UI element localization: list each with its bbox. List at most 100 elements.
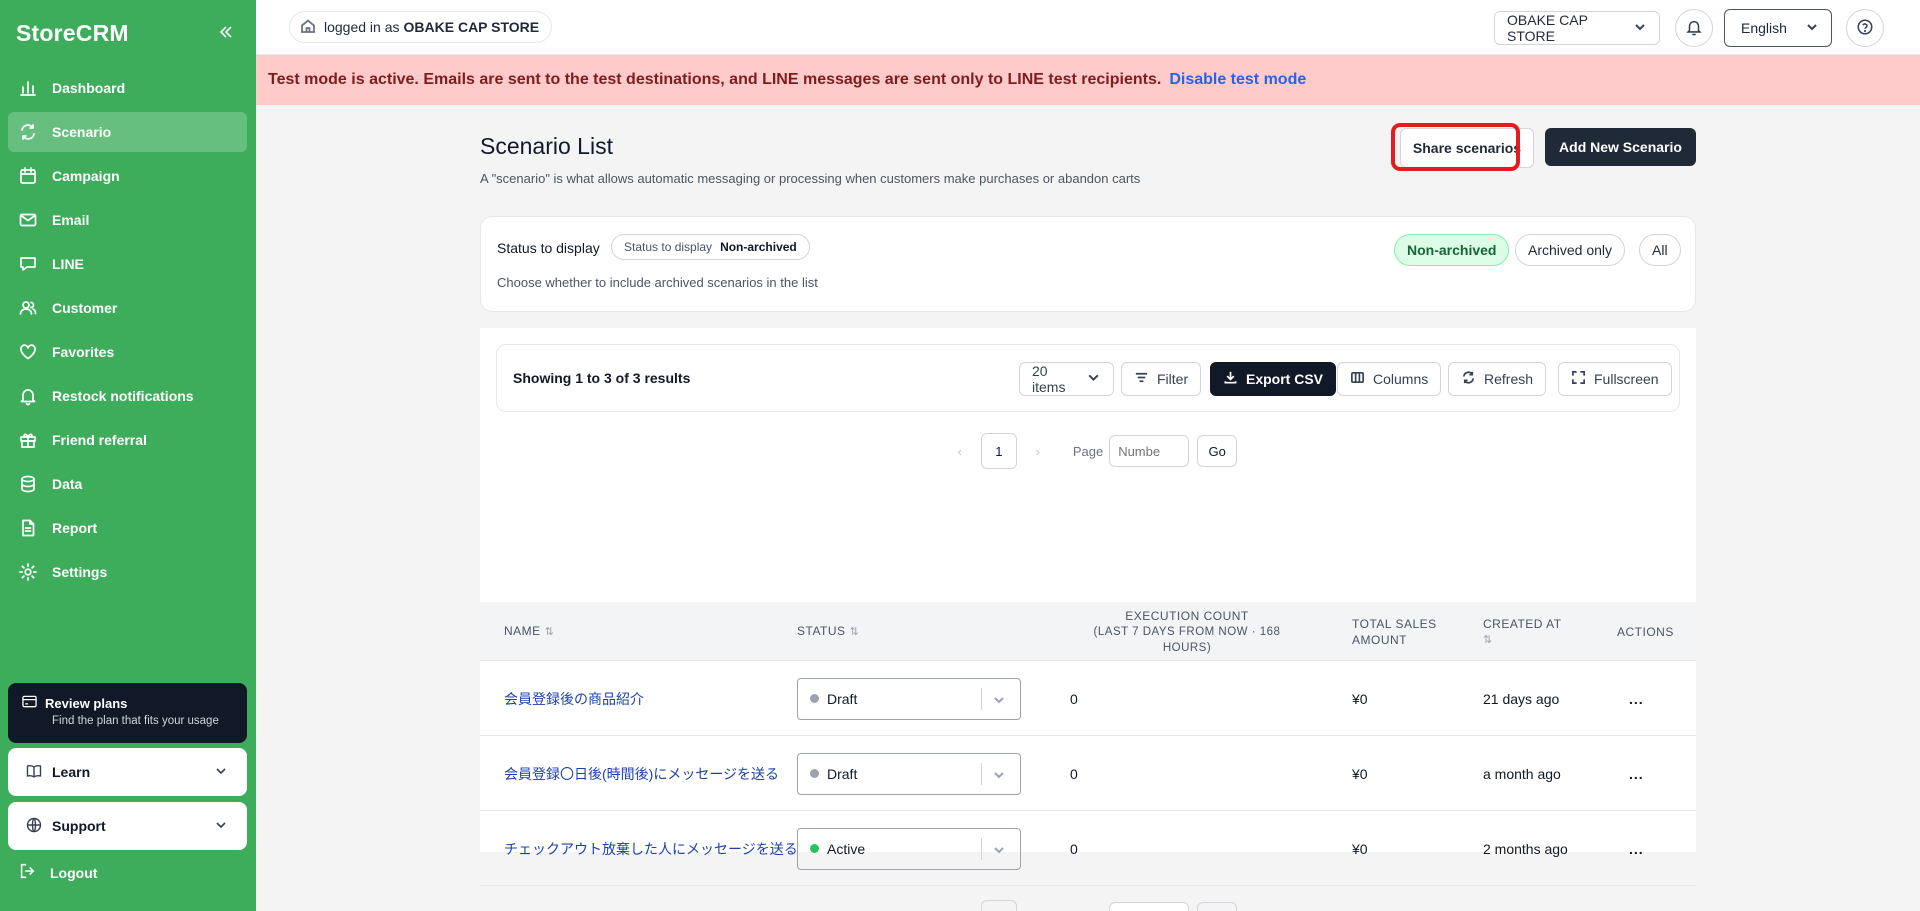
filter-archived-only[interactable]: Archived only [1515, 234, 1626, 266]
chevron-down-icon [1797, 20, 1819, 37]
pagination-bottom: ‹ 1 › Page Go [480, 900, 1696, 911]
learn-accordion[interactable]: Learn [8, 748, 247, 796]
results-count: Showing 1 to 3 of 3 results [513, 370, 691, 386]
store-selector[interactable]: OBAKE CAP STORE [1494, 11, 1660, 45]
sidebar-item-dashboard[interactable]: Dashboard [8, 68, 247, 108]
review-plans-subtitle: Find the plan that fits your usage [52, 715, 219, 727]
column-header-name[interactable]: NAME ⇅ [504, 602, 554, 661]
login-status[interactable]: logged in as OBAKE CAP STORE [289, 11, 553, 43]
language-selector[interactable]: English [1724, 9, 1832, 47]
logout-button[interactable]: Logout [18, 862, 97, 883]
fullscreen-button[interactable]: Fullscreen [1558, 362, 1672, 396]
sidebar-item-line[interactable]: LINE [8, 244, 247, 284]
page-size-select[interactable]: 20 items [1019, 362, 1114, 396]
sidebar-item-settings[interactable]: Settings [8, 552, 247, 592]
sidebar-item-report[interactable]: Report [8, 508, 247, 548]
test-mode-message: Test mode is active. Emails are sent to … [268, 71, 1162, 88]
table-row: チェックアウト放棄した人にメッセージを送る Active 0 ¥0 2 mont… [480, 811, 1696, 886]
row-actions-button[interactable]: ... [1629, 811, 1644, 886]
status-filter-card: Status to display Status to display Non-… [480, 216, 1696, 312]
total-sales: ¥0 [1352, 840, 1368, 857]
export-csv-button[interactable]: Export CSV [1210, 362, 1337, 396]
status-select[interactable]: Active [797, 827, 1021, 870]
heart-icon [18, 342, 38, 362]
filter-button[interactable]: Filter [1121, 362, 1202, 396]
page-number-input[interactable] [1109, 902, 1190, 911]
sidebar-item-label: Restock notifications [52, 388, 194, 404]
sidebar-item-campaign[interactable]: Campaign [8, 156, 247, 196]
globe-icon [26, 817, 42, 836]
sidebar-item-favorites[interactable]: Favorites [8, 332, 247, 372]
review-plans-title: Review plans [45, 695, 128, 711]
prev-page-icon[interactable]: ‹ [951, 444, 969, 459]
chevron-down-icon [213, 763, 229, 782]
store-selector-label: OBAKE CAP STORE [1507, 12, 1588, 44]
sidebar-item-scenario[interactable]: Scenario [8, 112, 247, 152]
sidebar-item-label: Report [52, 520, 98, 536]
row-actions-button[interactable]: ... [1629, 736, 1644, 811]
execution-count: 0 [1070, 840, 1078, 857]
sidebar-item-customer[interactable]: Customer [8, 288, 247, 328]
page-number-button[interactable]: 1 [980, 433, 1017, 469]
login-prefix: logged in as [324, 19, 400, 35]
status-dot [810, 769, 819, 778]
add-new-scenario-button[interactable]: Add New Scenario [1545, 128, 1696, 166]
sidebar: StoreCRM Dashboard Scenario Campaign Ema… [0, 0, 256, 911]
row-actions-button[interactable]: ... [1629, 661, 1644, 736]
scenario-name-link[interactable]: チェックアウト放棄した人にメッセージを送る [504, 839, 798, 859]
next-page-icon[interactable]: › [1029, 444, 1047, 459]
collapse-sidebar-icon[interactable] [214, 20, 238, 44]
chevron-down-icon [994, 846, 1004, 853]
total-sales: ¥0 [1352, 765, 1368, 782]
chevron-down-icon [1625, 20, 1647, 37]
refresh-button[interactable]: Refresh [1448, 362, 1547, 396]
help-icon [1856, 18, 1874, 39]
users-icon [18, 298, 38, 318]
table-header: NAME ⇅ STATUS ⇅ EXECUTION COUNT (LAST 7 DA… [480, 602, 1696, 661]
go-button[interactable]: Go [1197, 435, 1238, 467]
login-store-name: OBAKE CAP STORE [403, 19, 540, 35]
sidebar-item-email[interactable]: Email [8, 200, 247, 240]
total-sales: ¥0 [1352, 690, 1368, 707]
support-accordion[interactable]: Support [8, 802, 247, 850]
columns-button[interactable]: Columns [1337, 362, 1442, 396]
status-dot [810, 844, 819, 853]
filter-non-archived[interactable]: Non-archived [1394, 234, 1510, 266]
logout-label: Logout [50, 864, 98, 881]
language-label: English [1741, 20, 1787, 36]
filter-all[interactable]: All [1639, 234, 1681, 266]
database-icon [18, 474, 38, 494]
column-header-status[interactable]: STATUS ⇅ [797, 602, 859, 661]
bell-icon [18, 386, 38, 406]
sidebar-item-label: Settings [52, 564, 108, 580]
sort-icon: ⇅ [1483, 633, 1493, 646]
fullscreen-label: Fullscreen [1594, 371, 1659, 387]
table-row: 会員登録後の商品紹介 Draft 0 ¥0 21 days ago ... [480, 661, 1696, 736]
go-button[interactable]: Go [1197, 902, 1238, 911]
sidebar-item-friend-referral[interactable]: Friend referral [8, 420, 247, 460]
created-at: 21 days ago [1483, 690, 1560, 707]
status-filter-hint: Choose whether to include archived scena… [497, 275, 818, 290]
page-number-button[interactable]: 1 [980, 900, 1017, 911]
review-plans-card[interactable]: Review plans Find the plan that fits you… [8, 683, 247, 743]
sidebar-item-label: Email [52, 212, 90, 228]
scenario-name-link[interactable]: 会員登録後の商品紹介 [504, 689, 644, 709]
status-filter-chip: Status to display Non-archived [611, 234, 810, 260]
status-value: Active [827, 840, 866, 857]
created-at: a month ago [1483, 765, 1561, 782]
help-button[interactable] [1846, 9, 1884, 47]
status-select[interactable]: Draft [797, 677, 1021, 720]
scenario-name-link[interactable]: 会員登録〇日後(時間後)にメッセージを送る [504, 764, 779, 784]
disable-test-mode-link[interactable]: Disable test mode [1169, 71, 1306, 89]
sidebar-item-data[interactable]: Data [8, 464, 247, 504]
gear-icon [18, 562, 38, 582]
page-number-input[interactable] [1109, 435, 1190, 467]
status-select[interactable]: Draft [797, 752, 1021, 795]
brand-logo: StoreCRM [16, 20, 129, 46]
sidebar-item-restock-notifications[interactable]: Restock notifications [8, 376, 247, 416]
status-filter-label: Status to display [497, 240, 600, 256]
notifications-button[interactable] [1675, 9, 1713, 47]
status-chip-key: Status to display [624, 240, 713, 254]
column-header-created-at[interactable]: CREATED AT ⇅ [1483, 602, 1562, 661]
sidebar-item-label: Scenario [52, 124, 112, 140]
